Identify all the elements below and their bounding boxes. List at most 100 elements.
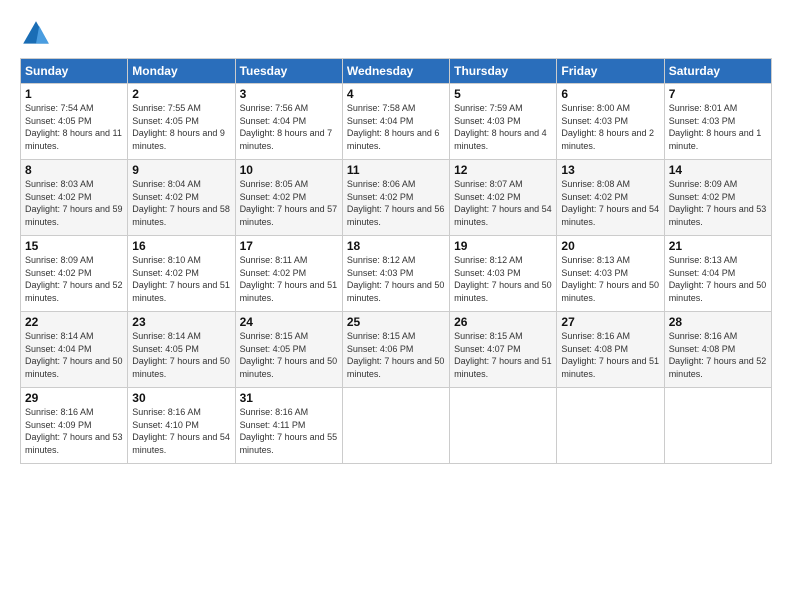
day-cell: 22 Sunrise: 8:14 AMSunset: 4:04 PMDaylig… [21, 312, 128, 388]
day-cell: 17 Sunrise: 8:11 AMSunset: 4:02 PMDaylig… [235, 236, 342, 312]
day-cell: 25 Sunrise: 8:15 AMSunset: 4:06 PMDaylig… [342, 312, 449, 388]
day-cell: 10 Sunrise: 8:05 AMSunset: 4:02 PMDaylig… [235, 160, 342, 236]
day-number: 8 [25, 163, 123, 177]
header-friday: Friday [557, 59, 664, 84]
day-info: Sunrise: 8:14 AMSunset: 4:04 PMDaylight:… [25, 330, 123, 380]
day-cell: 23 Sunrise: 8:14 AMSunset: 4:05 PMDaylig… [128, 312, 235, 388]
week-row-5: 29 Sunrise: 8:16 AMSunset: 4:09 PMDaylig… [21, 388, 772, 464]
day-info: Sunrise: 8:15 AMSunset: 4:07 PMDaylight:… [454, 330, 552, 380]
day-info: Sunrise: 8:04 AMSunset: 4:02 PMDaylight:… [132, 178, 230, 228]
day-cell [664, 388, 771, 464]
day-cell: 24 Sunrise: 8:15 AMSunset: 4:05 PMDaylig… [235, 312, 342, 388]
day-number: 11 [347, 163, 445, 177]
day-number: 16 [132, 239, 230, 253]
day-cell: 29 Sunrise: 8:16 AMSunset: 4:09 PMDaylig… [21, 388, 128, 464]
header-saturday: Saturday [664, 59, 771, 84]
day-number: 10 [240, 163, 338, 177]
day-info: Sunrise: 8:12 AMSunset: 4:03 PMDaylight:… [347, 254, 445, 304]
day-number: 7 [669, 87, 767, 101]
day-info: Sunrise: 8:07 AMSunset: 4:02 PMDaylight:… [454, 178, 552, 228]
header-sunday: Sunday [21, 59, 128, 84]
day-cell [450, 388, 557, 464]
day-number: 25 [347, 315, 445, 329]
day-cell: 8 Sunrise: 8:03 AMSunset: 4:02 PMDayligh… [21, 160, 128, 236]
day-info: Sunrise: 8:16 AMSunset: 4:11 PMDaylight:… [240, 406, 338, 456]
day-info: Sunrise: 8:15 AMSunset: 4:05 PMDaylight:… [240, 330, 338, 380]
week-row-1: 1 Sunrise: 7:54 AMSunset: 4:05 PMDayligh… [21, 84, 772, 160]
day-cell: 21 Sunrise: 8:13 AMSunset: 4:04 PMDaylig… [664, 236, 771, 312]
day-info: Sunrise: 8:15 AMSunset: 4:06 PMDaylight:… [347, 330, 445, 380]
day-cell: 28 Sunrise: 8:16 AMSunset: 4:08 PMDaylig… [664, 312, 771, 388]
week-row-3: 15 Sunrise: 8:09 AMSunset: 4:02 PMDaylig… [21, 236, 772, 312]
day-info: Sunrise: 8:16 AMSunset: 4:09 PMDaylight:… [25, 406, 123, 456]
day-info: Sunrise: 8:08 AMSunset: 4:02 PMDaylight:… [561, 178, 659, 228]
day-number: 17 [240, 239, 338, 253]
day-cell: 5 Sunrise: 7:59 AMSunset: 4:03 PMDayligh… [450, 84, 557, 160]
header-thursday: Thursday [450, 59, 557, 84]
day-info: Sunrise: 7:56 AMSunset: 4:04 PMDaylight:… [240, 102, 338, 152]
day-info: Sunrise: 7:54 AMSunset: 4:05 PMDaylight:… [25, 102, 123, 152]
day-cell: 26 Sunrise: 8:15 AMSunset: 4:07 PMDaylig… [450, 312, 557, 388]
day-cell: 4 Sunrise: 7:58 AMSunset: 4:04 PMDayligh… [342, 84, 449, 160]
day-number: 21 [669, 239, 767, 253]
day-info: Sunrise: 8:13 AMSunset: 4:04 PMDaylight:… [669, 254, 767, 304]
day-number: 2 [132, 87, 230, 101]
day-number: 28 [669, 315, 767, 329]
day-info: Sunrise: 8:12 AMSunset: 4:03 PMDaylight:… [454, 254, 552, 304]
day-number: 30 [132, 391, 230, 405]
day-number: 31 [240, 391, 338, 405]
day-info: Sunrise: 8:00 AMSunset: 4:03 PMDaylight:… [561, 102, 659, 152]
day-number: 24 [240, 315, 338, 329]
day-info: Sunrise: 8:05 AMSunset: 4:02 PMDaylight:… [240, 178, 338, 228]
day-number: 19 [454, 239, 552, 253]
day-info: Sunrise: 8:06 AMSunset: 4:02 PMDaylight:… [347, 178, 445, 228]
day-info: Sunrise: 8:16 AMSunset: 4:08 PMDaylight:… [561, 330, 659, 380]
day-info: Sunrise: 8:01 AMSunset: 4:03 PMDaylight:… [669, 102, 767, 152]
day-number: 9 [132, 163, 230, 177]
day-number: 29 [25, 391, 123, 405]
day-info: Sunrise: 8:11 AMSunset: 4:02 PMDaylight:… [240, 254, 338, 304]
day-info: Sunrise: 7:58 AMSunset: 4:04 PMDaylight:… [347, 102, 445, 152]
day-cell: 27 Sunrise: 8:16 AMSunset: 4:08 PMDaylig… [557, 312, 664, 388]
week-row-2: 8 Sunrise: 8:03 AMSunset: 4:02 PMDayligh… [21, 160, 772, 236]
day-number: 1 [25, 87, 123, 101]
day-cell: 3 Sunrise: 7:56 AMSunset: 4:04 PMDayligh… [235, 84, 342, 160]
day-info: Sunrise: 8:16 AMSunset: 4:08 PMDaylight:… [669, 330, 767, 380]
day-cell: 13 Sunrise: 8:08 AMSunset: 4:02 PMDaylig… [557, 160, 664, 236]
day-number: 4 [347, 87, 445, 101]
day-info: Sunrise: 8:09 AMSunset: 4:02 PMDaylight:… [25, 254, 123, 304]
logo-icon [20, 18, 52, 50]
day-cell: 1 Sunrise: 7:54 AMSunset: 4:05 PMDayligh… [21, 84, 128, 160]
day-info: Sunrise: 8:14 AMSunset: 4:05 PMDaylight:… [132, 330, 230, 380]
logo [20, 18, 56, 50]
day-info: Sunrise: 8:13 AMSunset: 4:03 PMDaylight:… [561, 254, 659, 304]
header-tuesday: Tuesday [235, 59, 342, 84]
day-number: 12 [454, 163, 552, 177]
day-number: 15 [25, 239, 123, 253]
day-cell [342, 388, 449, 464]
day-cell: 11 Sunrise: 8:06 AMSunset: 4:02 PMDaylig… [342, 160, 449, 236]
day-cell: 20 Sunrise: 8:13 AMSunset: 4:03 PMDaylig… [557, 236, 664, 312]
day-info: Sunrise: 8:10 AMSunset: 4:02 PMDaylight:… [132, 254, 230, 304]
day-number: 6 [561, 87, 659, 101]
day-number: 26 [454, 315, 552, 329]
day-cell: 15 Sunrise: 8:09 AMSunset: 4:02 PMDaylig… [21, 236, 128, 312]
calendar-header-row: SundayMondayTuesdayWednesdayThursdayFrid… [21, 59, 772, 84]
day-cell: 2 Sunrise: 7:55 AMSunset: 4:05 PMDayligh… [128, 84, 235, 160]
day-info: Sunrise: 8:16 AMSunset: 4:10 PMDaylight:… [132, 406, 230, 456]
day-cell [557, 388, 664, 464]
day-cell: 31 Sunrise: 8:16 AMSunset: 4:11 PMDaylig… [235, 388, 342, 464]
header-wednesday: Wednesday [342, 59, 449, 84]
day-info: Sunrise: 8:09 AMSunset: 4:02 PMDaylight:… [669, 178, 767, 228]
header-monday: Monday [128, 59, 235, 84]
day-number: 22 [25, 315, 123, 329]
day-number: 18 [347, 239, 445, 253]
day-cell: 16 Sunrise: 8:10 AMSunset: 4:02 PMDaylig… [128, 236, 235, 312]
day-cell: 6 Sunrise: 8:00 AMSunset: 4:03 PMDayligh… [557, 84, 664, 160]
day-info: Sunrise: 7:59 AMSunset: 4:03 PMDaylight:… [454, 102, 552, 152]
day-number: 20 [561, 239, 659, 253]
calendar-table: SundayMondayTuesdayWednesdayThursdayFrid… [20, 58, 772, 464]
day-number: 23 [132, 315, 230, 329]
week-row-4: 22 Sunrise: 8:14 AMSunset: 4:04 PMDaylig… [21, 312, 772, 388]
day-cell: 19 Sunrise: 8:12 AMSunset: 4:03 PMDaylig… [450, 236, 557, 312]
